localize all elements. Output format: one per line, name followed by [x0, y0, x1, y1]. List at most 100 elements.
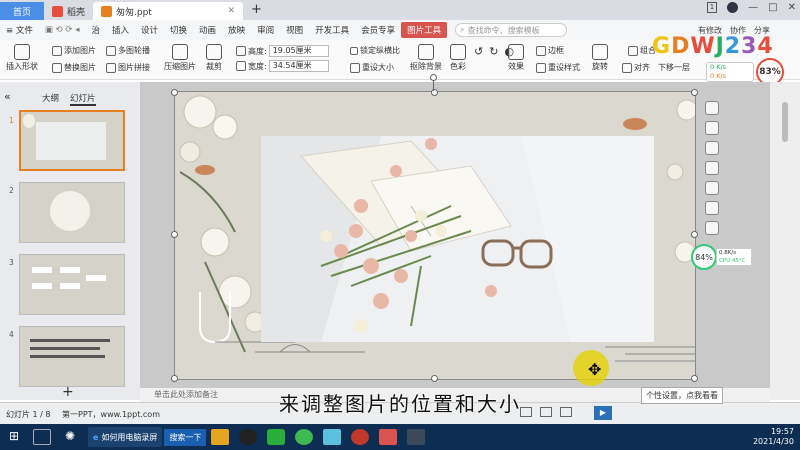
tab-outline[interactable]: 大纲 — [42, 92, 59, 104]
down-layer-label: 下移一层 — [658, 63, 690, 72]
task-view-icon[interactable] — [33, 429, 51, 445]
taskbar-ie-item[interactable]: e 如何用电脑录屏 — [88, 427, 163, 447]
360-browser-icon[interactable] — [295, 429, 314, 445]
app-icon[interactable] — [323, 429, 342, 445]
picture-icon[interactable] — [705, 201, 719, 215]
performance-top-value: 83% — [759, 67, 781, 77]
picture-splice-button[interactable]: 图片拼接 — [106, 62, 150, 73]
insert-shape-button[interactable]: 插入形状 — [6, 44, 38, 72]
tab-document[interactable]: 匆匆.ppt ✕ — [93, 2, 244, 20]
crop-button[interactable]: 裁剪 — [206, 44, 222, 72]
reset-size-button[interactable]: 重设大小 — [350, 62, 394, 73]
slide-thumbnail-1[interactable] — [19, 110, 125, 171]
menu-view[interactable]: 视图 — [280, 24, 309, 36]
menu-insert[interactable]: 插入 — [106, 24, 135, 36]
replace-picture-button[interactable]: 替换图片 — [52, 62, 96, 73]
mem-label: 0.8K/s — [719, 250, 737, 256]
resize-handle-top-left[interactable] — [171, 89, 178, 96]
record-icon[interactable] — [351, 429, 370, 445]
menu-item-0[interactable]: 治 — [85, 24, 106, 36]
close-button[interactable]: ✕ — [788, 2, 796, 13]
resize-handle-right[interactable] — [691, 231, 698, 238]
lock-ratio-checkbox[interactable]: 锁定纵横比 — [350, 45, 400, 56]
slide-number: 4 — [9, 330, 14, 339]
more-icon[interactable] — [705, 221, 719, 235]
menu-animation[interactable]: 动画 — [193, 24, 222, 36]
pinwheel-icon[interactable]: ✺ — [61, 429, 79, 445]
resize-handle-top-right[interactable] — [691, 89, 698, 96]
down-layer-button[interactable]: 下移一层 — [658, 62, 690, 73]
app-icon[interactable] — [407, 429, 426, 445]
tab-daoke[interactable]: 稻壳 — [44, 2, 93, 20]
ie-icon: e — [93, 432, 99, 442]
resize-handle-left[interactable] — [171, 231, 178, 238]
menu-developer[interactable]: 开发工具 — [309, 24, 355, 36]
menu-member[interactable]: 会员专享 — [355, 24, 401, 36]
minus-icon[interactable] — [705, 101, 719, 115]
multi-outline-button[interactable]: 多图轮播 — [106, 45, 150, 56]
reset-style-button[interactable]: 重设样式 — [536, 62, 580, 73]
layers-icon[interactable] — [705, 121, 719, 135]
menu-picture-tools[interactable]: 图片工具 — [401, 22, 448, 38]
thumb-circle — [50, 191, 90, 231]
add-picture-button[interactable]: 添加图片 — [52, 45, 96, 56]
wps-icon[interactable] — [379, 429, 398, 445]
user-badge[interactable]: 1 — [706, 2, 718, 13]
start-icon[interactable]: ⊞ — [5, 429, 23, 445]
menu-review[interactable]: 审阅 — [251, 24, 280, 36]
crop-tool-icon[interactable] — [705, 161, 719, 175]
effect-label: 效果 — [508, 62, 524, 71]
wechat-icon[interactable] — [267, 429, 286, 445]
carousel-icon — [106, 45, 116, 56]
minimize-button[interactable]: — — [748, 2, 758, 13]
new-tab-button[interactable]: + — [243, 2, 270, 20]
rotate-handle[interactable] — [430, 74, 437, 81]
border-button[interactable]: 边框 — [536, 45, 564, 56]
width-input[interactable]: 34.54厘米 — [268, 60, 329, 72]
qq-icon[interactable] — [239, 429, 258, 445]
align-button[interactable]: 对齐 — [622, 62, 650, 73]
tab-home[interactable]: 首页 — [0, 2, 44, 20]
system-tray[interactable]: 19:57 2021/4/30 — [753, 427, 800, 447]
slide-photo-flowers-book[interactable] — [261, 136, 654, 342]
height-input[interactable]: 19.05厘米 — [268, 45, 329, 57]
tab-slides[interactable]: 幻灯片 — [70, 92, 96, 106]
zoom-icon[interactable] — [705, 141, 719, 155]
close-tab-icon[interactable]: ✕ — [227, 6, 235, 16]
menu-slideshow[interactable]: 放映 — [222, 24, 251, 36]
combine-icon — [628, 45, 638, 56]
locate-icon[interactable] — [705, 181, 719, 195]
taskbar-search-button[interactable]: 搜索一下 — [164, 428, 207, 446]
command-search-input[interactable]: ⌕ 查找命令、搜索模板 — [455, 23, 568, 37]
scrollbar-thumb[interactable] — [782, 102, 788, 142]
menu-transition[interactable]: 切换 — [164, 24, 193, 36]
slide-thumbnail-3[interactable] — [19, 254, 125, 315]
cutout-background-button[interactable]: 抠除背景 — [410, 44, 442, 72]
maximize-button[interactable]: □ — [768, 2, 777, 13]
rotate-button[interactable]: 旋转 — [592, 44, 608, 72]
avatar[interactable] — [727, 2, 739, 13]
performance-badge-mid[interactable]: 84% — [691, 244, 717, 270]
cutout-icon — [418, 44, 434, 60]
color-button[interactable]: 色彩 — [450, 44, 466, 72]
quick-access-icons[interactable]: ▣ ⟲ ⟳ ◂ — [39, 25, 86, 35]
resize-handle-bottom-left[interactable] — [171, 375, 178, 382]
rotate-right-icon[interactable]: ↻ — [489, 45, 498, 58]
resize-handle-bottom[interactable] — [431, 375, 438, 382]
performance-mid-value: 84% — [695, 252, 713, 262]
collapse-panel-icon[interactable]: « — [4, 90, 11, 103]
menu-file[interactable]: ≡ 文件 — [0, 24, 39, 36]
effect-icon — [508, 44, 524, 60]
compress-icon — [172, 44, 188, 60]
rotate-left-icon[interactable]: ↺ — [474, 45, 483, 58]
floating-toolbar — [703, 95, 721, 245]
compress-picture-button[interactable]: 压缩图片 — [164, 44, 196, 72]
slide-thumbnail-2[interactable] — [19, 182, 125, 243]
effect-button[interactable]: 效果 — [508, 44, 524, 72]
resize-handle-bottom-right[interactable] — [691, 375, 698, 382]
menu-design[interactable]: 设计 — [135, 24, 164, 36]
slide-thumbnail-4[interactable] — [19, 326, 125, 387]
folder-icon[interactable] — [211, 429, 230, 445]
height-label: 高度: — [248, 46, 267, 56]
network-speed-widget: 0 K/s 0 K/s — [706, 62, 754, 82]
